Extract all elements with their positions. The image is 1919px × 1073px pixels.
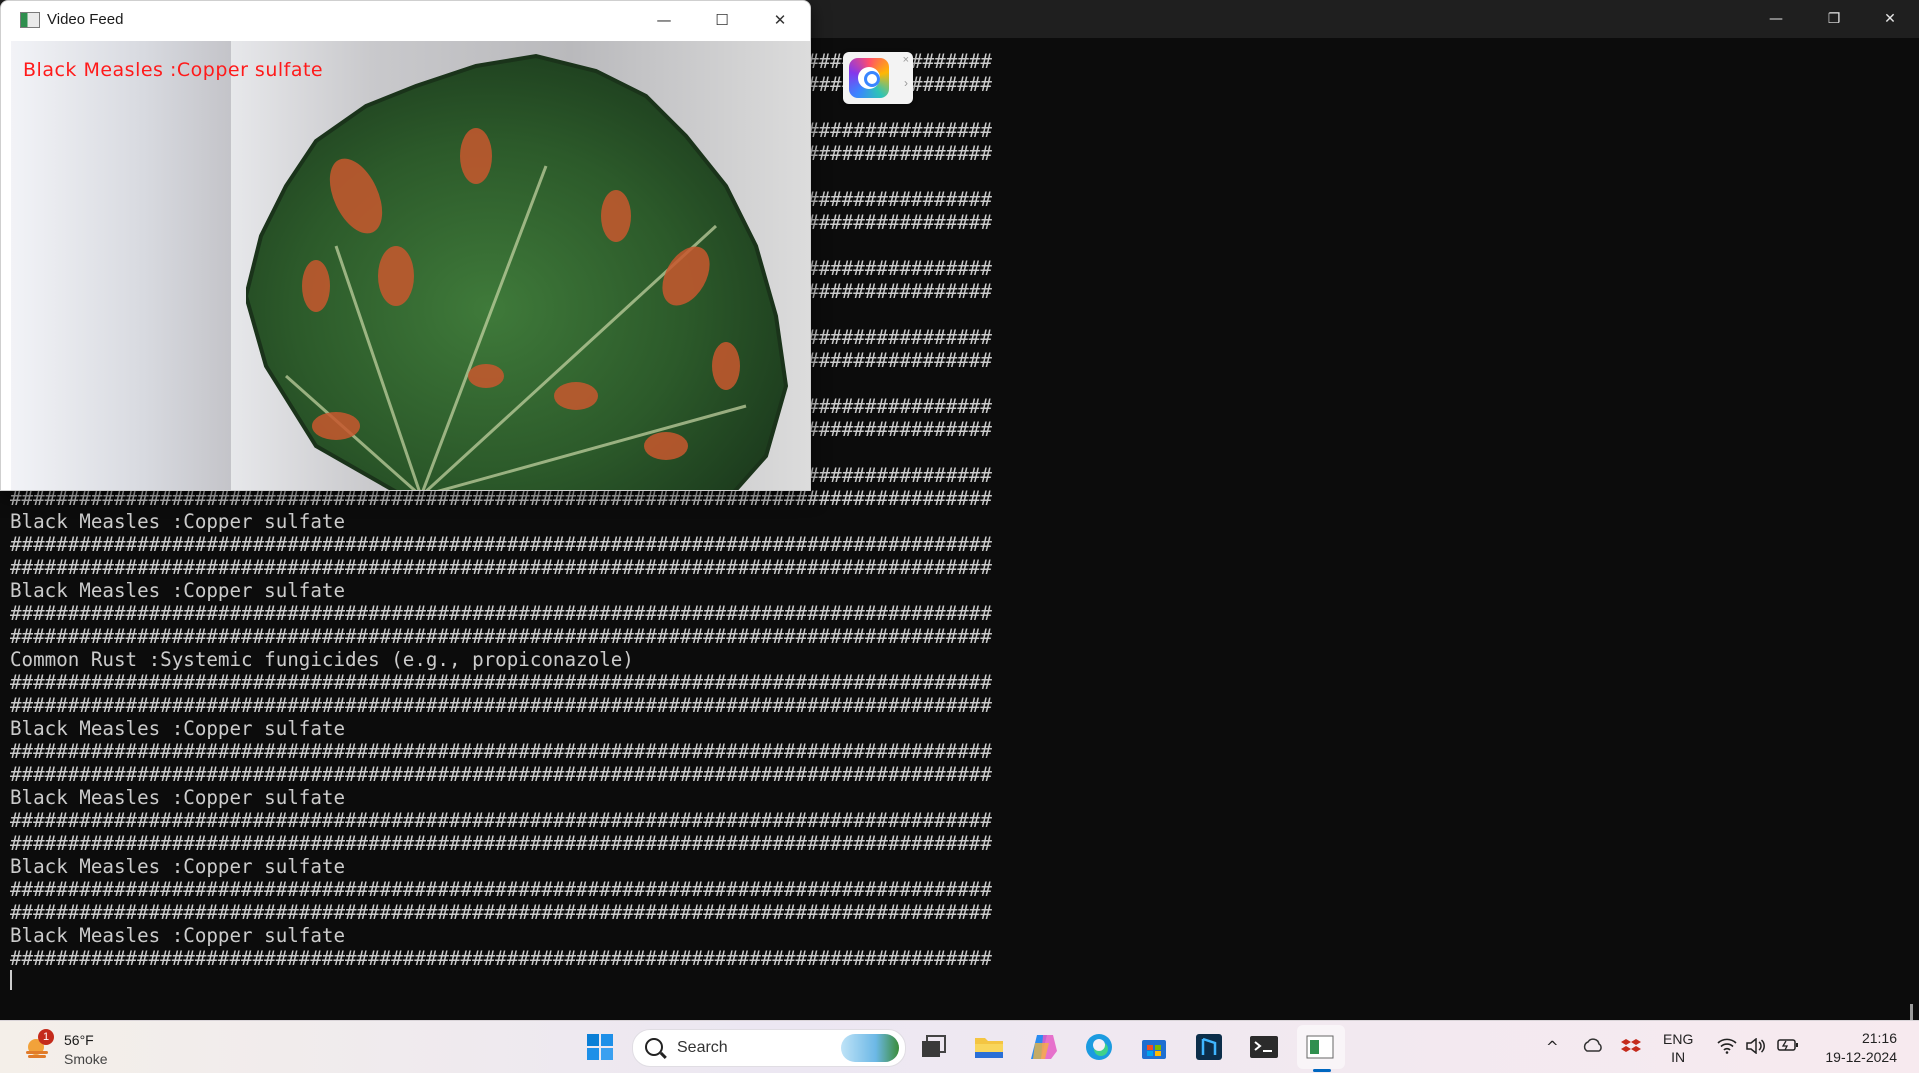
terminal-line: ########################################… bbox=[10, 556, 992, 579]
detection-overlay-text: Black Measles :Copper sulfate bbox=[23, 59, 324, 81]
windows-logo-icon bbox=[587, 1034, 613, 1060]
window-title: Video Feed bbox=[47, 11, 124, 28]
terminal-line: Black Measles :Copper sulfate bbox=[10, 855, 346, 878]
terminal-line: ########################################… bbox=[10, 763, 992, 786]
folder-icon bbox=[975, 1038, 1003, 1058]
terminal-line: ########################################… bbox=[10, 533, 992, 556]
weather-temperature[interactable]: 56°F bbox=[64, 1032, 94, 1048]
video-feed-taskbar-button[interactable] bbox=[1304, 1031, 1336, 1063]
terminal-line: ########################################… bbox=[10, 602, 992, 625]
show-hidden-icons-button[interactable]: ^ bbox=[1546, 1038, 1559, 1056]
system-clock[interactable]: 21:16 19-12-2024 bbox=[1825, 1029, 1897, 1067]
wifi-icon[interactable] bbox=[1717, 1038, 1737, 1058]
onedrive-icon[interactable] bbox=[1582, 1038, 1604, 1056]
task-view-button[interactable] bbox=[918, 1031, 950, 1063]
notification-badge: 1 bbox=[38, 1029, 54, 1045]
terminal-line: Black Measles :Copper sulfate bbox=[10, 924, 346, 947]
camera-frame: Black Measles :Copper sulfate bbox=[11, 41, 810, 490]
region-code: IN bbox=[1671, 1049, 1686, 1065]
terminal-line: Black Measles :Copper sulfate bbox=[10, 579, 346, 602]
language-code: ENG bbox=[1663, 1031, 1694, 1047]
terminal-cursor bbox=[10, 970, 12, 990]
terminal-line: ########################################… bbox=[10, 694, 992, 717]
terminal-minimize-button[interactable]: — bbox=[1747, 0, 1805, 38]
terminal-line: ########################################… bbox=[10, 901, 992, 924]
copilot-icon bbox=[1031, 1035, 1057, 1059]
terminal-close-button[interactable]: ✕ bbox=[1861, 0, 1919, 38]
badge-close-icon[interactable]: × bbox=[903, 54, 909, 66]
badge-expand-icon[interactable]: › bbox=[904, 76, 908, 90]
close-button[interactable]: ✕ bbox=[751, 1, 809, 39]
task-view-icon bbox=[922, 1035, 946, 1057]
terminal-line: ########################################… bbox=[10, 740, 992, 763]
terminal-line: ########################################… bbox=[10, 625, 992, 648]
weather-condition[interactable]: Smoke bbox=[64, 1051, 108, 1067]
taskbar-search-box[interactable]: Search bbox=[632, 1029, 906, 1067]
dropbox-icon[interactable] bbox=[1621, 1038, 1641, 1060]
video-feed-window: Video Feed — ☐ ✕ Black Measles:Copper s… bbox=[0, 0, 811, 491]
volume-icon[interactable] bbox=[1746, 1037, 1766, 1058]
terminal-line: ########################################… bbox=[10, 832, 992, 855]
python-window-icon bbox=[1306, 1035, 1334, 1059]
battery-icon[interactable] bbox=[1777, 1038, 1799, 1056]
terminal-line: Common Rust :Systemic fungicides (e.g., … bbox=[10, 648, 634, 671]
video-feed-titlebar[interactable]: Video Feed — ☐ ✕ bbox=[1, 1, 810, 39]
terminal-restore-button[interactable]: ❐ bbox=[1805, 0, 1863, 38]
language-indicator[interactable]: ENG IN bbox=[1663, 1030, 1693, 1066]
background-wall bbox=[11, 41, 231, 490]
terminal-line: Black Measles :Copper sulfate bbox=[10, 510, 346, 533]
clock-date: 19-12-2024 bbox=[1825, 1049, 1897, 1065]
edge-browser-button[interactable] bbox=[1083, 1031, 1115, 1063]
terminal-line: Black Measles :Copper sulfate bbox=[10, 717, 346, 740]
clock-time: 21:16 bbox=[1861, 1030, 1897, 1046]
terminal-button[interactable] bbox=[1248, 1031, 1280, 1063]
taskbar: 1 56°F Smoke Search ^ ENG IN 21:16 19-12… bbox=[0, 1020, 1919, 1073]
search-icon bbox=[645, 1038, 663, 1056]
minimize-button[interactable]: — bbox=[635, 1, 693, 39]
search-label: Search bbox=[677, 1039, 728, 1056]
ide-icon bbox=[1196, 1034, 1222, 1060]
assistant-logo-icon[interactable] bbox=[849, 58, 889, 98]
file-explorer-button[interactable] bbox=[973, 1031, 1005, 1063]
start-button[interactable] bbox=[584, 1031, 616, 1063]
store-icon bbox=[1142, 1040, 1166, 1059]
terminal-line: ########################################… bbox=[10, 947, 992, 970]
edge-icon bbox=[1086, 1034, 1112, 1060]
microsoft-store-button[interactable] bbox=[1138, 1031, 1170, 1063]
copilot-button[interactable] bbox=[1028, 1031, 1060, 1063]
app-window-icon bbox=[20, 12, 40, 28]
grape-leaf-image bbox=[246, 53, 789, 490]
search-highlight-image bbox=[841, 1034, 899, 1062]
code-editor-button[interactable] bbox=[1193, 1031, 1225, 1063]
maximize-button[interactable]: ☐ bbox=[693, 1, 751, 39]
terminal-line: ########################################… bbox=[10, 878, 992, 901]
terminal-line: ########################################… bbox=[10, 809, 992, 832]
terminal-line: ########################################… bbox=[10, 671, 992, 694]
terminal-line: Black Measles :Copper sulfate bbox=[10, 786, 346, 809]
floating-assistant-badge[interactable]: × › bbox=[843, 52, 913, 104]
terminal-icon bbox=[1250, 1036, 1278, 1058]
